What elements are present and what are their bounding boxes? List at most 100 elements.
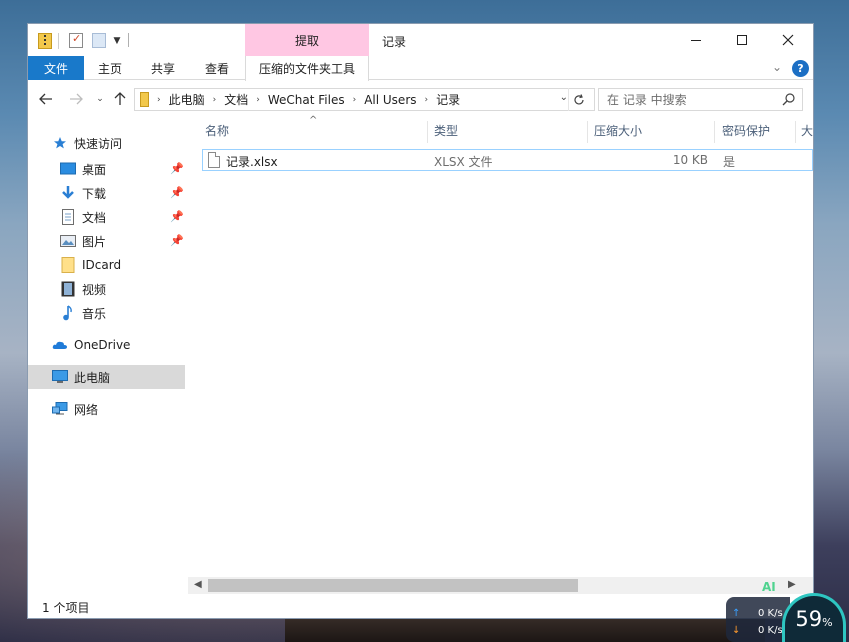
breadcrumb-this-pc[interactable]: 此电脑 <box>169 91 205 108</box>
column-header-compressed-size[interactable]: 压缩大小 <box>594 117 712 143</box>
refresh-icon <box>573 93 584 104</box>
sidebar-item-idcard[interactable]: IDcard <box>28 253 185 277</box>
tab-home[interactable]: 主页 <box>86 56 134 80</box>
back-button[interactable] <box>38 90 54 108</box>
ribbon: 文件 主页 共享 查看 压缩的文件夹工具 ⌄ ? <box>28 56 813 81</box>
breadcrumb-wechat-files[interactable]: WeChat Files <box>268 93 345 107</box>
tab-file[interactable]: 文件 <box>28 56 84 80</box>
item-count: 1 个项目 <box>42 601 90 615</box>
sidebar-item-desktop[interactable]: 桌面 📌 <box>28 157 185 181</box>
pin-icon[interactable]: 📌 <box>170 210 184 223</box>
column-divider[interactable] <box>427 121 428 143</box>
recent-locations-button[interactable]: ⌄ <box>92 90 108 108</box>
file-type: XLSX 文件 <box>434 155 493 169</box>
star-icon <box>52 135 68 151</box>
folder-icon <box>60 257 76 273</box>
sidebar-item-label: 快速访问 <box>74 136 123 151</box>
zip-folder-icon <box>38 33 52 49</box>
search-input[interactable] <box>607 92 767 107</box>
sidebar-item-pictures[interactable]: 图片 📌 <box>28 229 185 253</box>
help-icon[interactable]: ? <box>792 60 809 77</box>
sidebar-item-label: 图片 <box>82 234 107 249</box>
sidebar-item-label: 此电脑 <box>74 370 111 385</box>
tab-share[interactable]: 共享 <box>138 56 188 80</box>
file-name: 记录.xlsx <box>226 155 278 169</box>
forward-button[interactable] <box>68 90 84 108</box>
chevron-right-icon[interactable]: › <box>353 95 357 105</box>
sidebar-item-this-pc[interactable]: 此电脑 <box>28 365 185 389</box>
scroll-right-icon[interactable]: ▶ <box>788 579 796 590</box>
breadcrumb-documents[interactable]: 文档 <box>224 91 248 108</box>
properties-icon[interactable] <box>69 32 83 48</box>
tab-compressed-folder-tools[interactable]: 压缩的文件夹工具 <box>245 56 369 81</box>
maximize-button[interactable] <box>719 24 765 56</box>
chevron-right-icon[interactable]: › <box>256 95 260 105</box>
column-divider[interactable] <box>587 121 588 143</box>
upload-arrow-icon: ↑ <box>732 608 741 619</box>
tab-view[interactable]: 查看 <box>193 56 241 80</box>
video-icon <box>60 281 76 297</box>
up-button[interactable] <box>112 90 128 108</box>
scrollbar-thumb[interactable] <box>208 579 578 592</box>
network-speed-widget[interactable]: ↑ 0 K/s ↓ 0 K/s 59% <box>726 593 849 642</box>
horizontal-scrollbar[interactable]: ◀ ▶ <box>188 577 813 594</box>
ai-badge: AI <box>762 580 776 594</box>
file-icon <box>208 152 220 168</box>
sidebar-item-videos[interactable]: 视频 <box>28 277 185 301</box>
wallpaper-dock <box>285 615 765 642</box>
table-row[interactable]: 记录.xlsx XLSX 文件 10 KB 是 <box>202 149 813 171</box>
column-divider[interactable] <box>795 121 796 143</box>
sidebar-item-music[interactable]: 音乐 <box>28 301 185 325</box>
pictures-icon <box>60 233 76 249</box>
navigation-pane: 快速访问 桌面 📌 下载 📌 文档 📌 图片 📌 IDcard 视频 音乐 On… <box>28 117 188 592</box>
chevron-down-icon[interactable]: ⌄ <box>560 92 568 103</box>
usage-percent: 59% <box>795 607 832 631</box>
search-icon[interactable] <box>782 92 796 106</box>
quick-access-divider-2 <box>128 33 129 47</box>
column-header-password[interactable]: 密码保护 <box>722 117 796 143</box>
sidebar-item-downloads[interactable]: 下载 📌 <box>28 181 185 205</box>
arrow-right-icon <box>70 93 83 105</box>
new-folder-icon[interactable] <box>92 33 106 48</box>
sidebar-item-quick-access[interactable]: 快速访问 <box>52 131 209 155</box>
column-header-type[interactable]: 类型 <box>434 117 584 143</box>
sidebar-item-onedrive[interactable]: OneDrive <box>28 333 185 357</box>
download-arrow-icon: ↓ <box>732 625 741 636</box>
file-size: 10 KB <box>672 153 708 167</box>
pin-icon[interactable]: 📌 <box>170 186 184 199</box>
customize-toolbar-icon[interactable]: ▼ <box>112 33 122 49</box>
explorer-window: ▼ 提取 记录 文件 主页 共享 查看 压缩的文件夹工具 ⌄ ? ⌄ › <box>28 24 813 618</box>
breadcrumb-records[interactable]: 记录 <box>436 91 460 108</box>
column-header-name[interactable]: 名称 <box>205 117 425 143</box>
pin-icon[interactable]: 📌 <box>170 162 184 175</box>
sidebar-item-label: 下载 <box>82 186 107 201</box>
refresh-button[interactable] <box>568 88 588 111</box>
usage-percent-value: 59 <box>795 607 823 631</box>
chevron-right-icon[interactable]: › <box>425 95 429 105</box>
zip-folder-icon <box>140 92 149 107</box>
usage-ring: 59% <box>782 593 846 642</box>
address-bar[interactable]: › 此电脑 › 文档 › WeChat Files › All Users › … <box>134 88 595 111</box>
breadcrumb-all-users[interactable]: All Users <box>364 93 416 107</box>
navigation-bar: ⌄ › 此电脑 › 文档 › WeChat Files › All Users … <box>28 81 813 117</box>
status-bar: 1 个项目 <box>28 594 813 618</box>
minimize-button[interactable] <box>673 24 719 56</box>
column-header-size[interactable]: 大 <box>801 117 813 143</box>
computer-icon <box>52 369 68 385</box>
sidebar-item-documents[interactable]: 文档 📌 <box>28 205 185 229</box>
sidebar-item-network[interactable]: 网络 <box>28 397 185 421</box>
sidebar-item-label: IDcard <box>82 258 122 272</box>
pin-icon[interactable]: 📌 <box>170 234 184 247</box>
sidebar-item-label: 网络 <box>74 402 99 417</box>
usage-percent-unit: % <box>822 616 833 629</box>
scroll-left-icon[interactable]: ◀ <box>194 579 202 590</box>
close-button[interactable] <box>765 24 811 56</box>
column-divider[interactable] <box>714 121 715 143</box>
search-box[interactable] <box>598 88 803 111</box>
chevron-right-icon[interactable]: › <box>213 95 217 105</box>
sidebar-item-label: 桌面 <box>82 162 107 177</box>
sidebar-item-label: 文档 <box>82 210 107 225</box>
desktop-icon <box>60 161 76 177</box>
context-tab-extract[interactable]: 提取 <box>245 24 369 56</box>
expand-ribbon-icon[interactable]: ⌄ <box>770 60 784 74</box>
